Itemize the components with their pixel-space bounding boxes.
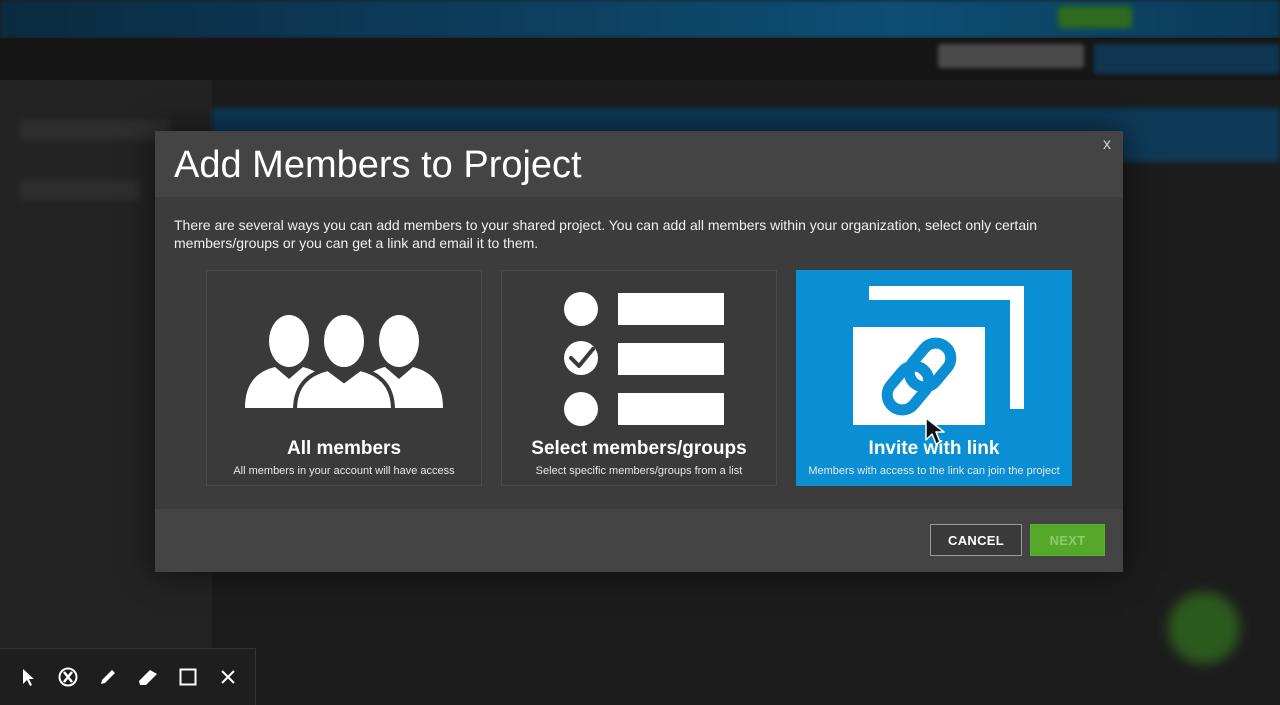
option-subtitle: Members with access to the link can join…: [808, 465, 1060, 477]
add-members-modal: Add Members to Project x There are sever…: [155, 131, 1123, 572]
cancel-button[interactable]: CANCEL: [930, 524, 1022, 556]
option-select-members[interactable]: Select members/groups Select specific me…: [501, 270, 777, 486]
close-icon[interactable]: [208, 657, 248, 697]
option-title: All members: [286, 438, 402, 459]
app-secondary-bar: [0, 38, 1280, 80]
option-title: Select members/groups: [531, 438, 747, 459]
app-top-green-button: [1058, 6, 1132, 28]
modal-description: There are several ways you can add membe…: [174, 217, 1038, 251]
modal-title: Add Members to Project: [174, 144, 582, 186]
app-sidebar-item: [20, 180, 140, 200]
highlighter-icon[interactable]: [48, 657, 88, 697]
annotation-toolbar: [0, 648, 256, 705]
app-search-field: [938, 44, 1084, 68]
pointer-icon[interactable]: [8, 657, 48, 697]
app-floating-action-button: [1168, 592, 1240, 664]
modal-header: Add Members to Project x: [155, 131, 1123, 197]
pen-icon[interactable]: [88, 657, 128, 697]
link-icon: [853, 286, 1024, 425]
option-invite-link[interactable]: Invite with link Members with access to …: [796, 270, 1072, 486]
people-group-icon: [245, 311, 443, 412]
mouse-cursor-icon: [925, 417, 945, 445]
app-sidebar-item: [20, 120, 170, 140]
option-subtitle: Select specific members/groups from a li…: [535, 465, 743, 477]
checklist-icon: [564, 292, 724, 426]
option-all-members[interactable]: All members All members in your account …: [206, 270, 482, 486]
close-icon[interactable]: x: [1103, 136, 1111, 154]
modal-footer: CANCEL NEXT: [155, 509, 1123, 572]
app-toolbar-blue-area: [1094, 44, 1280, 74]
eraser-icon[interactable]: [128, 657, 168, 697]
rectangle-icon[interactable]: [168, 657, 208, 697]
member-options: All members All members in your account …: [206, 270, 1074, 486]
next-button[interactable]: NEXT: [1030, 524, 1105, 556]
option-subtitle: All members in your account will have ac…: [233, 465, 455, 477]
